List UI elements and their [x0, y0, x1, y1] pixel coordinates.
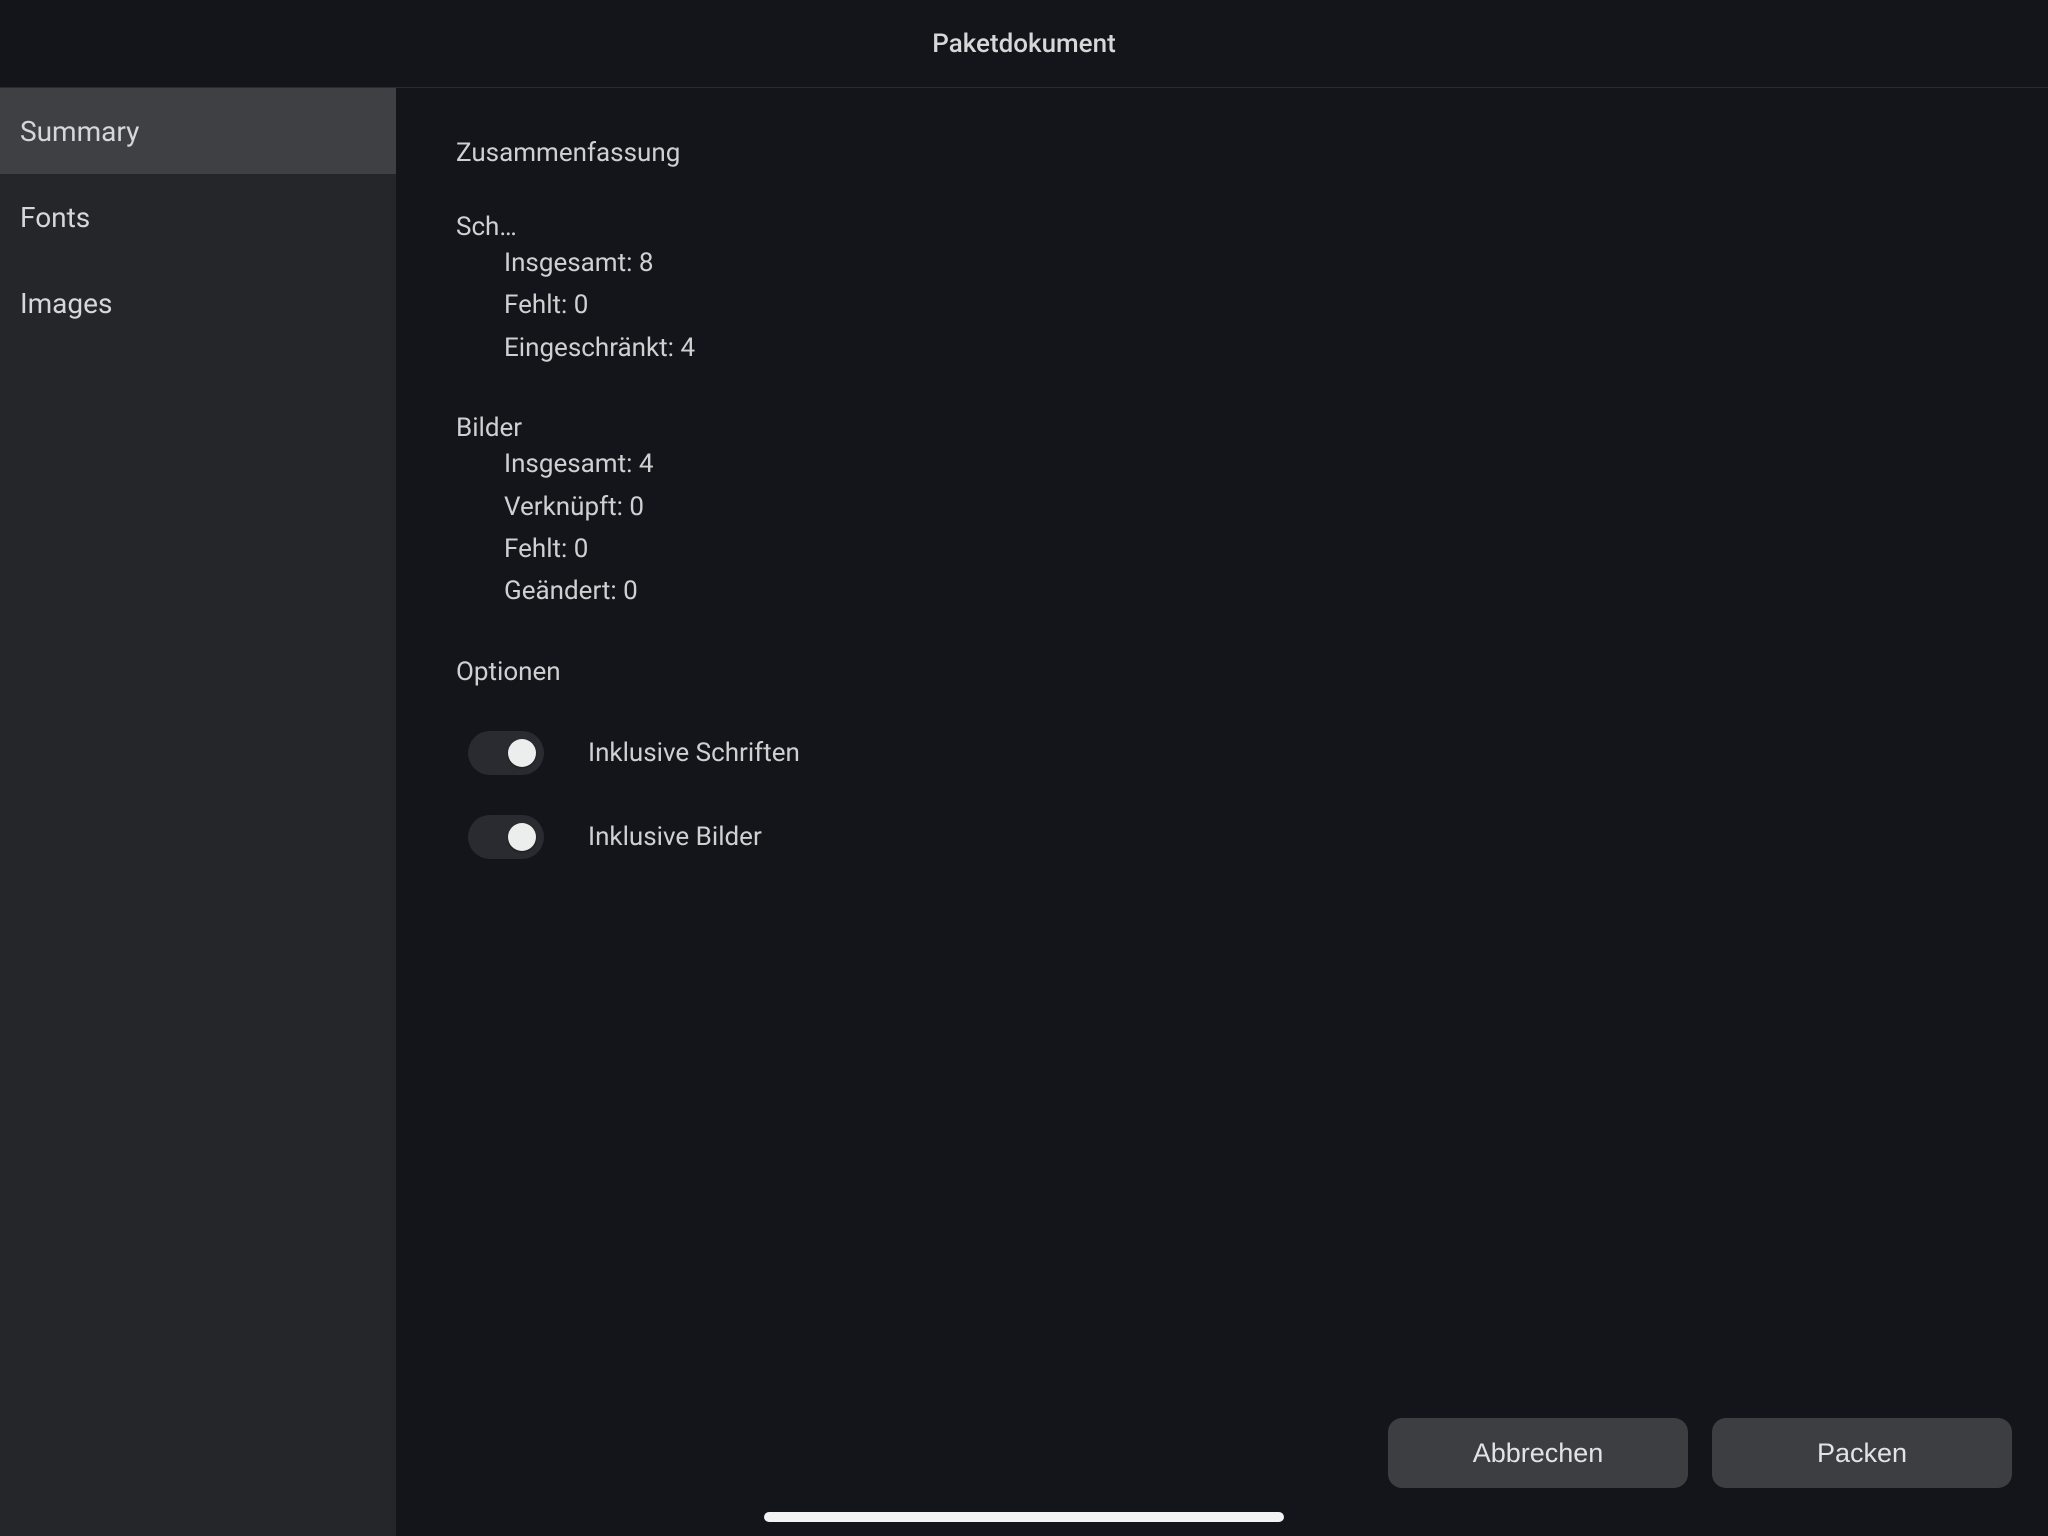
fonts-missing: Fehlt: 0 — [456, 284, 1988, 326]
sidebar-item-label: Fonts — [20, 201, 90, 234]
images-group-title: Bilder — [456, 413, 1988, 443]
toggle-knob — [508, 823, 536, 851]
include-images-toggle[interactable] — [468, 815, 544, 859]
images-changed: Geändert: 0 — [456, 570, 1988, 612]
cancel-button[interactable]: Abbrechen — [1388, 1418, 1688, 1488]
include-fonts-toggle[interactable] — [468, 731, 544, 775]
options-group: Optionen Inklusive Schriften Inklusive B… — [456, 657, 1988, 859]
images-group: Bilder Insgesamt: 4 Verknüpft: 0 Fehlt: … — [456, 413, 1988, 613]
sidebar: Summary Fonts Images — [0, 88, 396, 1536]
sidebar-item-summary[interactable]: Summary — [0, 88, 396, 174]
include-fonts-label: Inklusive Schriften — [588, 738, 800, 768]
sidebar-item-label: Images — [20, 287, 112, 320]
include-images-label: Inklusive Bilder — [588, 822, 762, 852]
toggle-knob — [508, 739, 536, 767]
fonts-restricted-value: 4 — [680, 333, 695, 363]
images-total: Insgesamt: 4 — [456, 443, 1988, 485]
summary-heading: Zusammenfassung — [456, 138, 1988, 168]
fonts-total-label: Insgesamt: — [504, 248, 632, 278]
fonts-restricted-label: Eingeschränkt: — [504, 333, 674, 363]
sidebar-item-fonts[interactable]: Fonts — [0, 174, 396, 260]
fonts-restricted: Eingeschränkt: 4 — [456, 327, 1988, 369]
titlebar: Paketdokument — [0, 0, 2048, 88]
include-images-row: Inklusive Bilder — [456, 815, 1988, 859]
images-linked-value: 0 — [629, 492, 644, 522]
window-title: Paketdokument — [932, 29, 1116, 59]
include-fonts-row: Inklusive Schriften — [456, 731, 1988, 775]
fonts-missing-label: Fehlt: — [504, 290, 567, 320]
images-missing-label: Fehlt: — [504, 534, 567, 564]
footer-buttons: Abbrechen Packen — [1388, 1418, 2012, 1488]
images-linked: Verknüpft: 0 — [456, 486, 1988, 528]
images-missing: Fehlt: 0 — [456, 528, 1988, 570]
fonts-missing-value: 0 — [574, 290, 589, 320]
home-indicator — [764, 1512, 1284, 1522]
images-total-label: Insgesamt: — [504, 449, 632, 479]
fonts-group: Sch… Insgesamt: 8 Fehlt: 0 Eingeschränkt… — [456, 212, 1988, 369]
main-content: Zusammenfassung Sch… Insgesamt: 8 Fehlt:… — [396, 88, 2048, 1536]
images-changed-value: 0 — [623, 576, 638, 606]
fonts-total: Insgesamt: 8 — [456, 242, 1988, 284]
options-heading: Optionen — [456, 657, 1988, 687]
sidebar-item-images[interactable]: Images — [0, 260, 396, 346]
fonts-group-title: Sch… — [456, 212, 1988, 242]
images-missing-value: 0 — [574, 534, 589, 564]
images-linked-label: Verknüpft: — [504, 492, 623, 522]
images-total-value: 4 — [639, 449, 654, 479]
images-changed-label: Geändert: — [504, 576, 617, 606]
package-button[interactable]: Packen — [1712, 1418, 2012, 1488]
fonts-total-value: 8 — [639, 248, 654, 278]
sidebar-item-label: Summary — [20, 115, 139, 148]
